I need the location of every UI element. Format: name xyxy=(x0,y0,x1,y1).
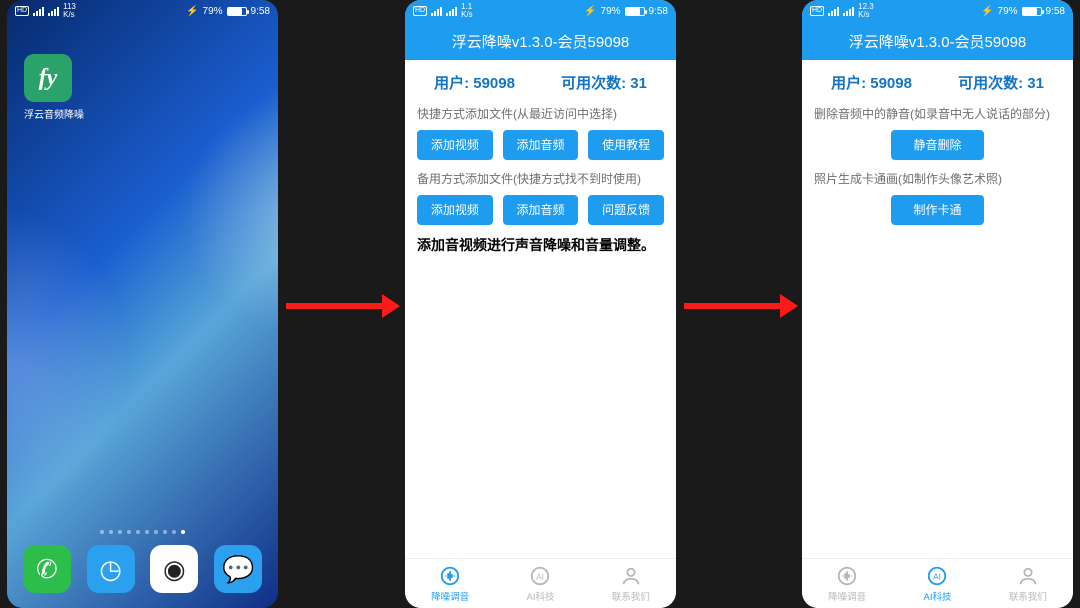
app-shortcut-fuyun[interactable]: fy 浮云音频降噪 xyxy=(24,54,72,121)
tab-noise[interactable]: 降噪调音 xyxy=(405,559,495,608)
quota-label: 可用次数: 31 xyxy=(561,72,647,93)
arrow-1 xyxy=(286,303,394,309)
feedback-button[interactable]: 问题反馈 xyxy=(588,195,664,225)
page-dots xyxy=(7,530,278,534)
bottom-tabs: 降噪调音 AI AI科技 联系我们 xyxy=(802,558,1073,608)
app-title: 浮云降噪v1.3.0-会员59098 xyxy=(405,22,676,60)
battery-pct: 79% xyxy=(601,6,621,17)
battery-pct: 79% xyxy=(998,6,1018,17)
silence-remove-button[interactable]: 静音删除 xyxy=(891,130,983,160)
quota-label: 可用次数: 31 xyxy=(958,72,1044,93)
add-video-alt-button[interactable]: 添加视频 xyxy=(417,195,493,225)
wifi-icon xyxy=(843,7,854,16)
net-speed: 113K/s xyxy=(63,3,76,19)
user-label: 用户: 59098 xyxy=(434,72,515,93)
tab-noise-label: 降噪调音 xyxy=(431,589,469,603)
battery-icon xyxy=(625,7,645,16)
tutorial-button[interactable]: 使用教程 xyxy=(588,130,664,160)
person-icon xyxy=(1017,565,1039,587)
phone-app-noise-tab: HD 1.1K/s ⚡ 79% 9:58 浮云降噪v1.3.0-会员59098 … xyxy=(405,0,676,608)
signal-icon xyxy=(828,7,839,16)
tab-ai-label: AI科技 xyxy=(924,589,952,603)
clock: 9:58 xyxy=(649,6,668,17)
wifi-icon xyxy=(48,7,59,16)
add-video-quick-button[interactable]: 添加视频 xyxy=(417,130,493,160)
tab-ai-label: AI科技 xyxy=(527,589,555,603)
bt-icon: ⚡ xyxy=(186,6,198,17)
status-bar: HD 12.3K/s ⚡ 79% 9:58 xyxy=(802,0,1073,22)
hd-icon: HD xyxy=(810,6,824,16)
waveform-icon xyxy=(439,565,461,587)
tab-contact[interactable]: 联系我们 xyxy=(586,559,676,608)
app-tile-label: 浮云音频降噪 xyxy=(24,106,72,121)
phone-home-screen: HD 113K/s ⚡ 79% 9:58 fy 浮云音频降噪 ✆ ◷ ◉ 💬 xyxy=(7,0,278,608)
person-icon xyxy=(620,565,642,587)
bt-icon: ⚡ xyxy=(584,6,596,17)
hint-alt-add: 备用方式添加文件(快捷方式找不到时使用) xyxy=(417,170,664,187)
phone-app-ai-tab: HD 12.3K/s ⚡ 79% 9:58 浮云降噪v1.3.0-会员59098… xyxy=(802,0,1073,608)
waveform-icon xyxy=(836,565,858,587)
tab-noise-label: 降噪调音 xyxy=(828,589,866,603)
net-speed: 1.1K/s xyxy=(461,3,473,19)
ai-icon: AI xyxy=(529,565,551,587)
wifi-icon xyxy=(446,7,457,16)
dock-camera-icon[interactable]: ◉ xyxy=(150,545,198,593)
battery-icon xyxy=(227,7,247,16)
bottom-tabs: 降噪调音 AI AI科技 联系我们 xyxy=(405,558,676,608)
ai-icon: AI xyxy=(926,565,948,587)
arrow-2 xyxy=(684,303,792,309)
signal-icon xyxy=(431,7,442,16)
app-tile-icon: fy xyxy=(24,54,72,102)
tab-ai[interactable]: AI AI科技 xyxy=(495,559,585,608)
clock: 9:58 xyxy=(1046,6,1065,17)
dock-phone-icon[interactable]: ✆ xyxy=(23,545,71,593)
hint-cartoon: 照片生成卡通画(如制作头像艺术照) xyxy=(814,170,1061,187)
tab-ai[interactable]: AI AI科技 xyxy=(892,559,982,608)
make-cartoon-button[interactable]: 制作卡通 xyxy=(891,195,983,225)
tab-contact-label: 联系我们 xyxy=(612,589,650,603)
dock: ✆ ◷ ◉ 💬 xyxy=(7,540,278,598)
tab-contact-label: 联系我们 xyxy=(1009,589,1047,603)
battery-pct: 79% xyxy=(203,6,223,17)
status-bar: HD 1.1K/s ⚡ 79% 9:58 xyxy=(405,0,676,22)
net-speed: 12.3K/s xyxy=(858,3,874,19)
svg-text:AI: AI xyxy=(537,572,545,581)
tab-contact[interactable]: 联系我们 xyxy=(983,559,1073,608)
add-audio-alt-button[interactable]: 添加音频 xyxy=(503,195,579,225)
dock-browser-icon[interactable]: ◷ xyxy=(87,545,135,593)
user-label: 用户: 59098 xyxy=(831,72,912,93)
dock-messages-icon[interactable]: 💬 xyxy=(214,545,262,593)
app-title: 浮云降噪v1.3.0-会员59098 xyxy=(802,22,1073,60)
svg-text:AI: AI xyxy=(934,572,942,581)
bt-icon: ⚡ xyxy=(981,6,993,17)
signal-icon xyxy=(33,7,44,16)
add-audio-quick-button[interactable]: 添加音频 xyxy=(503,130,579,160)
hint-silence-remove: 删除音频中的静音(如录音中无人说话的部分) xyxy=(814,105,1061,122)
tab-noise[interactable]: 降噪调音 xyxy=(802,559,892,608)
status-bar: HD 113K/s ⚡ 79% 9:58 xyxy=(7,0,278,22)
hd-icon: HD xyxy=(15,6,29,16)
lead-text: 添加音视频进行声音降噪和音量调整。 xyxy=(417,235,664,255)
battery-icon xyxy=(1022,7,1042,16)
hd-icon: HD xyxy=(413,6,427,16)
hint-quick-add: 快捷方式添加文件(从最近访问中选择) xyxy=(417,105,664,122)
clock: 9:58 xyxy=(251,6,270,17)
